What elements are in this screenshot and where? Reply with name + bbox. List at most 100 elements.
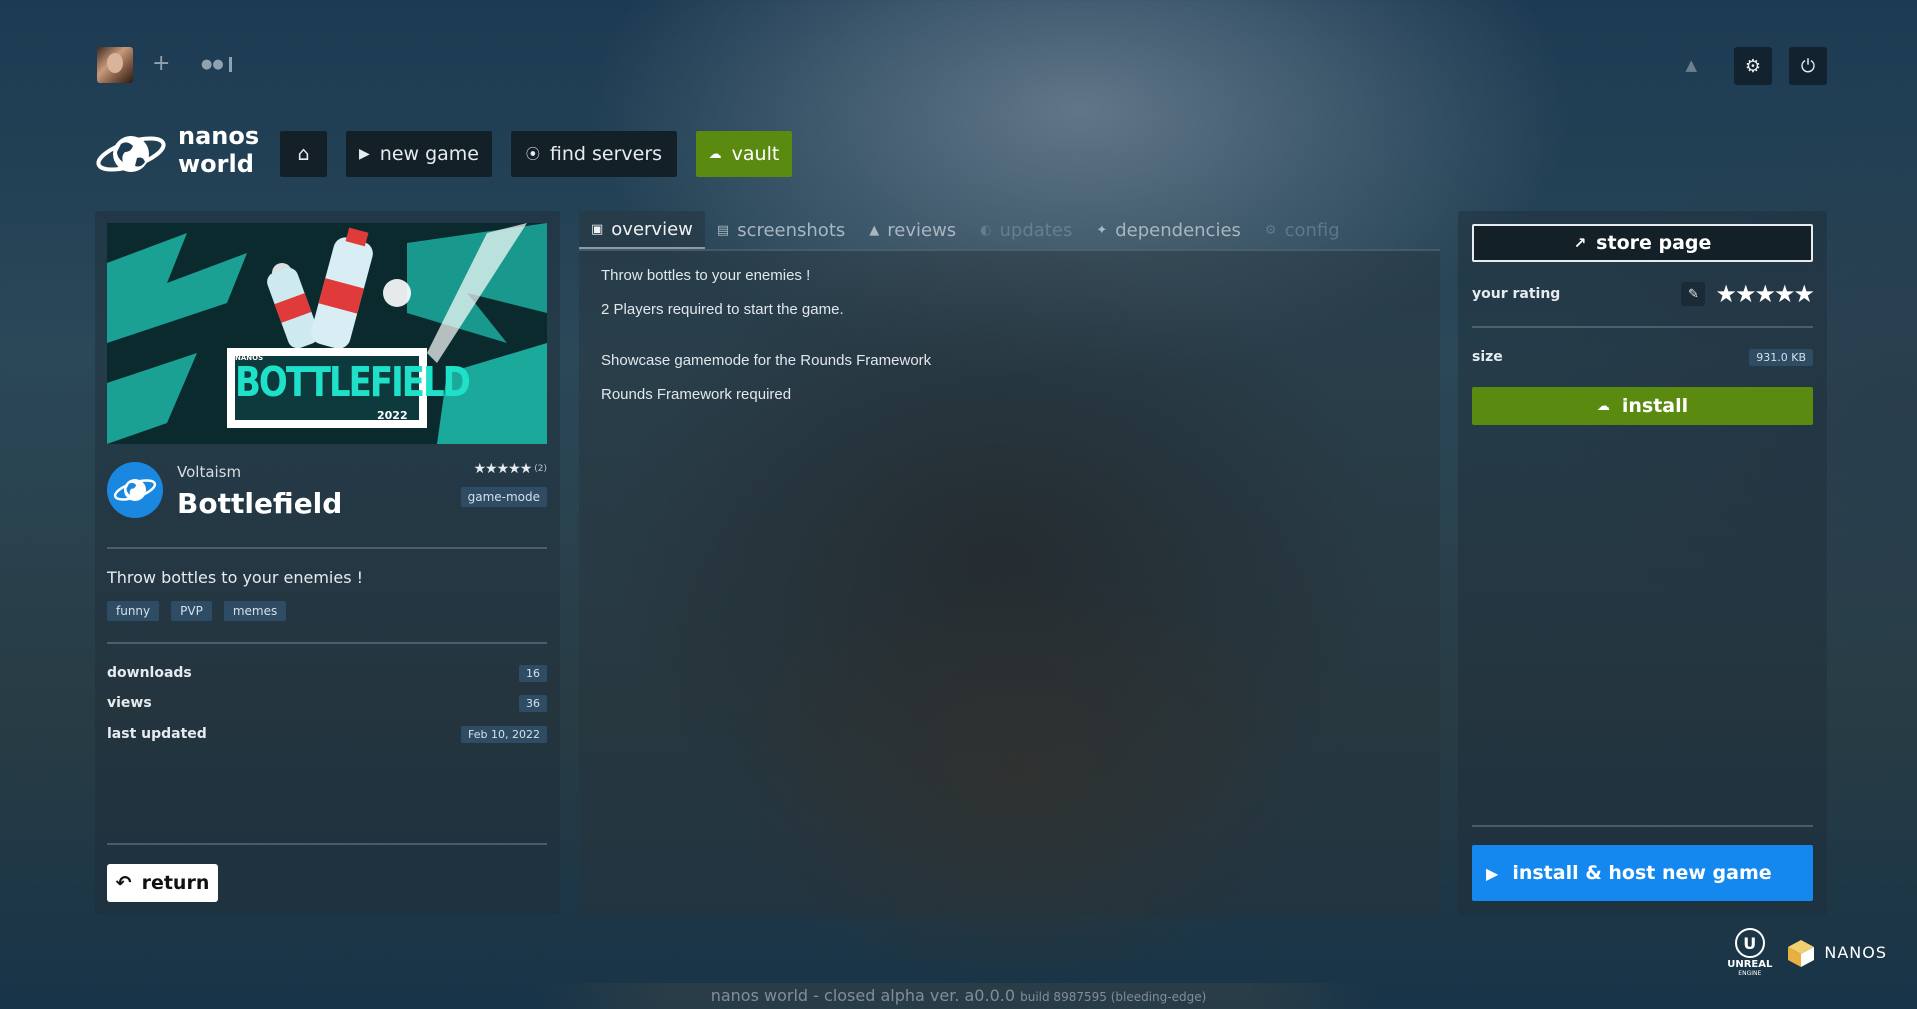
game-description: Throw bottles to your enemies !: [107, 568, 364, 587]
stat-label: downloads: [107, 665, 192, 681]
user-avatar[interactable]: [97, 47, 133, 83]
logo-line2: world: [178, 150, 254, 178]
gear-icon: ⚙: [1264, 222, 1277, 238]
tag[interactable]: memes: [223, 601, 287, 621]
stat-views: views 36: [107, 692, 547, 714]
vault-button[interactable]: ☁ vault: [696, 131, 792, 177]
settings-button[interactable]: ⚙: [1734, 47, 1772, 85]
document-icon: ▣: [591, 221, 604, 237]
divider: [107, 547, 547, 549]
home-icon: ⌂: [297, 143, 310, 165]
overview-line: Showcase gamemode for the Rounds Framewo…: [601, 352, 932, 369]
stat-downloads: downloads 16: [107, 662, 547, 684]
overview-line: Throw bottles to your enemies !: [601, 267, 811, 284]
nanos-logo: NANOS: [1786, 938, 1887, 968]
tab-label: updates: [999, 219, 1073, 241]
new-game-button[interactable]: ▶ new game: [346, 131, 492, 177]
compass-icon: ⦿: [525, 147, 540, 163]
tag-list: funny PVP memes: [107, 601, 287, 621]
thumbs-up-icon: ▲: [869, 222, 880, 238]
store-page-label: store page: [1596, 232, 1712, 254]
tab-dependencies[interactable]: ✦ dependencies: [1084, 211, 1253, 249]
banner-art: [107, 223, 547, 444]
game-type-badge: game-mode: [460, 487, 547, 507]
add-friend-icon[interactable]: +: [152, 51, 170, 76]
rating-stars-input[interactable]: ★★★★★: [1715, 280, 1815, 308]
divider: [107, 843, 547, 845]
install-button[interactable]: ☁ install: [1472, 387, 1813, 425]
nanos-world-logo[interactable]: [95, 128, 167, 180]
image-icon: ▤: [716, 222, 730, 238]
find-servers-button[interactable]: ⦿ find servers: [511, 131, 677, 177]
clock-icon: ◐: [980, 222, 992, 238]
engine-logos: U UNREAL ENGINE NANOS: [1727, 928, 1887, 977]
details-panel: ▣ overview ▤ screenshots ▲ reviews ◐ upd…: [579, 211, 1440, 915]
stat-value: 16: [519, 664, 547, 682]
stat-label: views: [107, 695, 152, 711]
friends-count-bar: [229, 57, 232, 72]
edit-icon[interactable]: ✎: [1681, 282, 1706, 306]
play-server-icon: ▶: [1486, 863, 1499, 883]
divider: [1472, 825, 1813, 827]
unreal-text: UNREAL: [1727, 959, 1773, 970]
version-text: nanos world - closed alpha ver. a0.0.0: [710, 986, 1016, 1005]
overview-line: 2 Players required to start the game.: [601, 301, 844, 318]
stat-label: last updated: [107, 726, 207, 742]
return-label: return: [141, 872, 210, 894]
tab-screenshots[interactable]: ▤ screenshots: [705, 211, 857, 249]
overview-content: Throw bottles to your enemies ! 2 Player…: [579, 249, 1440, 915]
game-banner-image: NANOS BOTTLEFIELD 2022: [107, 223, 547, 444]
home-button[interactable]: ⌂: [280, 131, 327, 177]
actions-panel: ↗ store page your rating ✎ ★★★★★ size 93…: [1458, 211, 1827, 915]
tab-label: reviews: [887, 219, 957, 241]
overview-line: Rounds Framework required: [601, 386, 792, 403]
game-info-panel: NANOS BOTTLEFIELD 2022 Voltaism Bottlefi…: [95, 211, 560, 915]
unreal-engine-logo: U UNREAL ENGINE: [1727, 928, 1772, 977]
banner-title-text: BOTTLEFIELD: [235, 359, 471, 407]
tag[interactable]: funny: [107, 601, 160, 621]
size-label: size: [1472, 349, 1503, 365]
logo-text: nanos world: [178, 122, 259, 178]
stat-value: Feb 10, 2022: [461, 725, 547, 743]
divider: [1472, 326, 1813, 328]
rating-controls: ✎ ★★★★★: [1681, 280, 1815, 308]
cloud-icon: ☁: [708, 146, 722, 162]
unreal-sub-text: ENGINE: [1738, 970, 1762, 977]
tab-overview[interactable]: ▣ overview: [579, 211, 705, 249]
top-bar: + ●● ▲ ⚙ ⏻: [97, 47, 1827, 85]
game-rating: ★★★★★ (2): [473, 461, 547, 477]
install-label: install: [1621, 395, 1689, 417]
users-icon[interactable]: ●●: [201, 57, 224, 72]
install-host-button[interactable]: ▶ install & host new game: [1472, 845, 1813, 901]
stat-last-updated: last updated Feb 10, 2022: [107, 723, 547, 745]
tab-reviews[interactable]: ▲ reviews: [857, 211, 968, 249]
nanos-text: NANOS: [1824, 943, 1887, 962]
install-host-label: install & host new game: [1512, 862, 1772, 884]
tab-label: overview: [611, 218, 693, 240]
your-rating-row: your rating ✎ ★★★★★: [1472, 280, 1815, 308]
banner-year-text: 2022: [377, 409, 408, 422]
unreal-icon: U: [1734, 928, 1765, 958]
play-icon: ▶: [359, 146, 370, 162]
bell-icon[interactable]: ▲: [1685, 56, 1697, 74]
cloud-icon: ☁: [1596, 398, 1610, 414]
find-servers-label: find servers: [549, 143, 663, 165]
store-page-button[interactable]: ↗ store page: [1472, 224, 1813, 262]
network-icon: ✦: [1096, 222, 1108, 238]
return-button[interactable]: ↶ return: [107, 864, 218, 902]
tab-updates[interactable]: ◐ updates: [968, 211, 1084, 249]
your-rating-label: your rating: [1472, 286, 1561, 302]
game-author[interactable]: Voltaism: [177, 463, 241, 481]
tag[interactable]: PVP: [171, 601, 212, 621]
tab-config[interactable]: ⚙ config: [1253, 211, 1352, 249]
author-avatar[interactable]: [107, 462, 163, 518]
return-arrow-icon: ↶: [115, 872, 132, 894]
logo-line1: nanos: [178, 122, 260, 150]
tab-bar: ▣ overview ▤ screenshots ▲ reviews ◐ upd…: [579, 211, 1440, 249]
tab-label: screenshots: [737, 219, 846, 241]
gear-icon: ⚙: [1744, 55, 1762, 77]
power-button[interactable]: ⏻: [1789, 47, 1827, 85]
external-link-icon: ↗: [1573, 234, 1587, 252]
tab-label: dependencies: [1115, 219, 1241, 241]
star-icons: ★★★★★: [473, 461, 532, 477]
